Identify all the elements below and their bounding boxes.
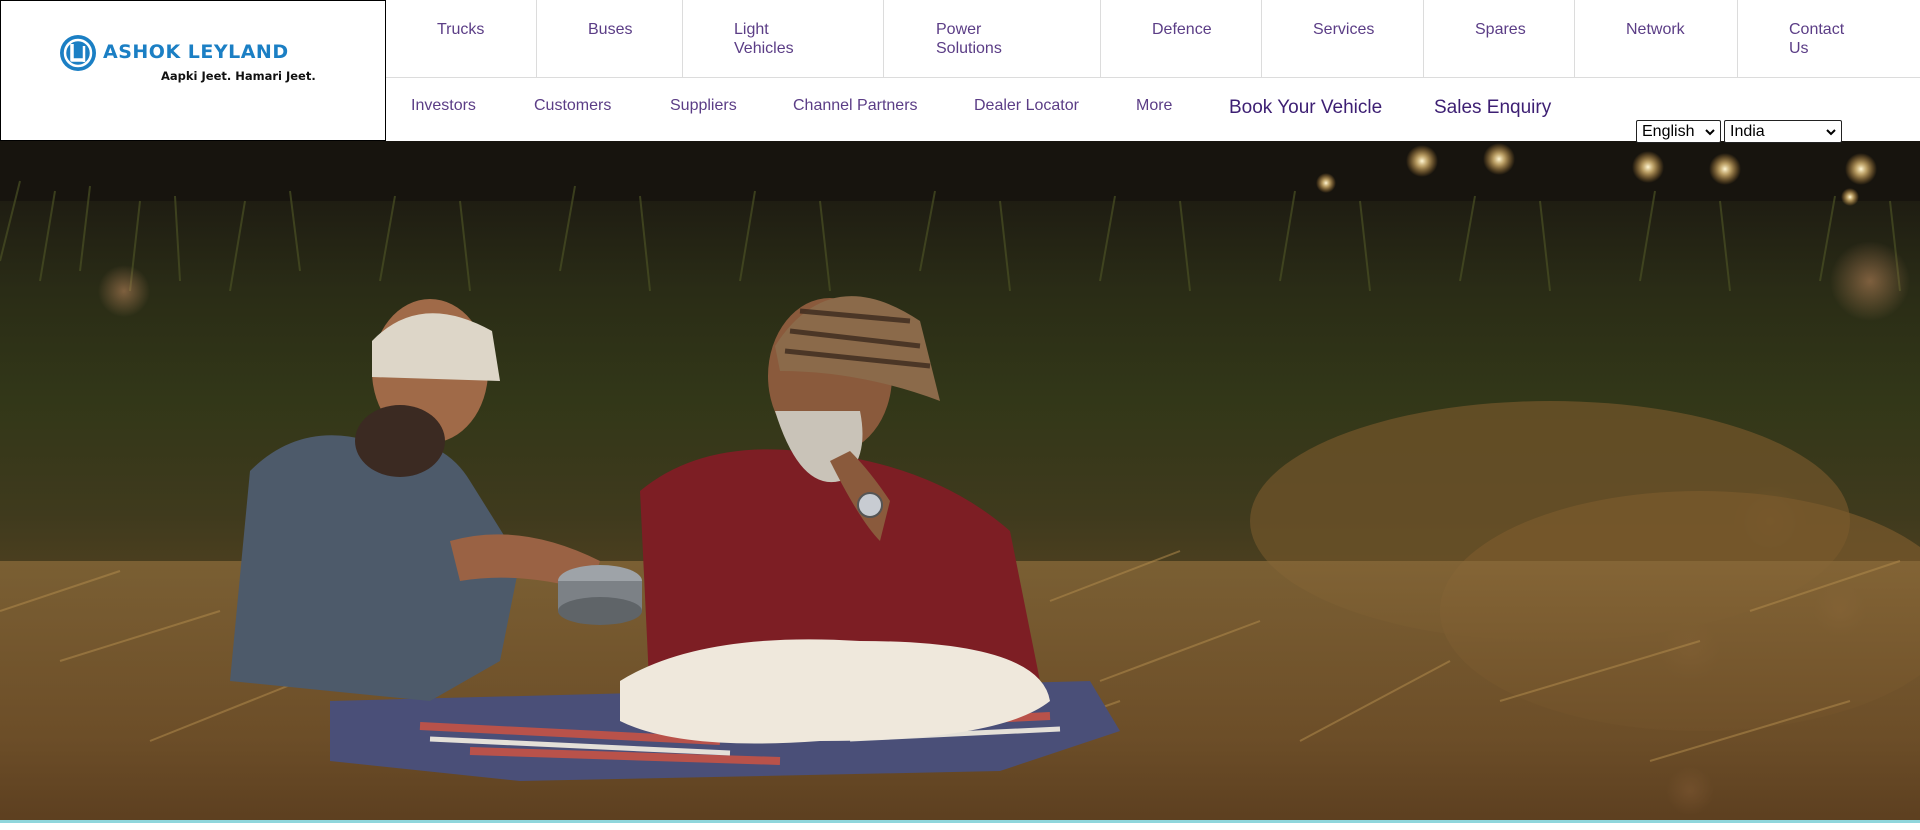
- book-your-vehicle-link[interactable]: Book Your Vehicle: [1229, 97, 1382, 119]
- nav-item-label: Buses: [588, 21, 633, 38]
- nav-more[interactable]: More: [1136, 97, 1172, 115]
- nav-investors[interactable]: Investors: [411, 97, 476, 115]
- nav-item-label: Light Vehicles: [734, 21, 794, 57]
- nav-item-label: Services: [1313, 21, 1375, 38]
- nav-item-services[interactable]: Services: [1262, 0, 1424, 78]
- nav-item-light-vehicles[interactable]: Light Vehicles: [683, 0, 884, 78]
- language-select-value: English: [1642, 123, 1695, 140]
- nav-item-network[interactable]: Network: [1575, 0, 1738, 78]
- nav-item-label: Contact Us: [1789, 21, 1845, 57]
- ashok-leyland-logo-icon: [60, 35, 96, 71]
- nav-item-label: Spares: [1475, 21, 1526, 38]
- country-select-value: India: [1730, 123, 1765, 140]
- nav-item-defence[interactable]: Defence: [1101, 0, 1262, 78]
- hero-photo: [0, 141, 1920, 820]
- brand-tagline: Aapki Jeet. Hamari Jeet.: [161, 69, 316, 83]
- nav-suppliers[interactable]: Suppliers: [670, 97, 737, 115]
- nav-item-label: Trucks: [437, 21, 485, 38]
- hero-banner: [0, 141, 1920, 820]
- chevron-down-icon: [1705, 129, 1715, 136]
- logo[interactable]: ASHOK LEYLAND Aapki Jeet. Hamari Jeet.: [0, 0, 386, 141]
- nav-item-label: Network: [1626, 21, 1685, 38]
- nav-item-trucks[interactable]: Trucks: [386, 0, 537, 78]
- nav-dealer-locator[interactable]: Dealer Locator: [974, 97, 1079, 115]
- country-select[interactable]: India: [1724, 120, 1842, 143]
- nav-customers[interactable]: Customers: [534, 97, 611, 115]
- nav-channel-partners[interactable]: Channel Partners: [793, 97, 918, 115]
- site-header: ASHOK LEYLAND Aapki Jeet. Hamari Jeet. T…: [0, 0, 1920, 143]
- nav-item-label: Power Solutions: [936, 21, 1002, 57]
- nav-item-buses[interactable]: Buses: [537, 0, 683, 78]
- sales-enquiry-link[interactable]: Sales Enquiry: [1434, 97, 1551, 119]
- page-bottom-divider: [0, 820, 1920, 830]
- nav-item-label: Defence: [1152, 21, 1212, 38]
- nav-item-spares[interactable]: Spares: [1424, 0, 1575, 78]
- nav-item-contact-us[interactable]: Contact Us: [1738, 0, 1920, 78]
- language-select[interactable]: English: [1636, 120, 1721, 143]
- brand-name: ASHOK LEYLAND: [103, 41, 289, 63]
- nav-item-power-solutions[interactable]: Power Solutions: [884, 0, 1101, 78]
- chevron-down-icon: [1826, 129, 1836, 136]
- primary-nav: Trucks Buses Light Vehicles Power Soluti…: [386, 0, 1920, 78]
